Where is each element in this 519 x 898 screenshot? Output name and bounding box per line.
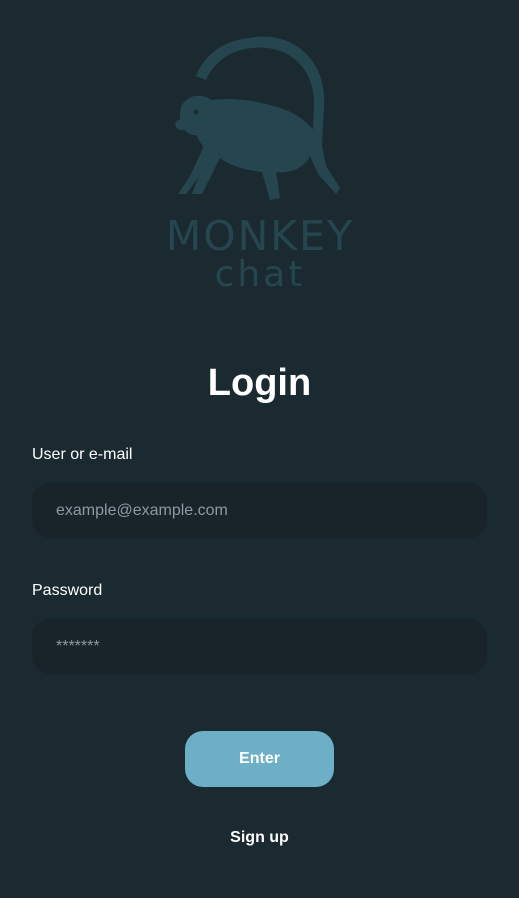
- monkey-icon: [175, 36, 340, 200]
- logo-subtitle: chat: [214, 254, 306, 295]
- user-field-label: User or e-mail: [32, 446, 133, 463]
- page-title: Login: [207, 362, 312, 404]
- sign-up-link[interactable]: Sign up: [0, 828, 519, 848]
- password-field-label: Password: [32, 582, 103, 599]
- user-email-input[interactable]: [32, 483, 487, 538]
- app-logo: MONKEY chat: [150, 28, 370, 298]
- password-input[interactable]: [32, 619, 487, 674]
- enter-button[interactable]: Enter: [185, 731, 334, 787]
- logo-title: MONKEY: [165, 212, 355, 260]
